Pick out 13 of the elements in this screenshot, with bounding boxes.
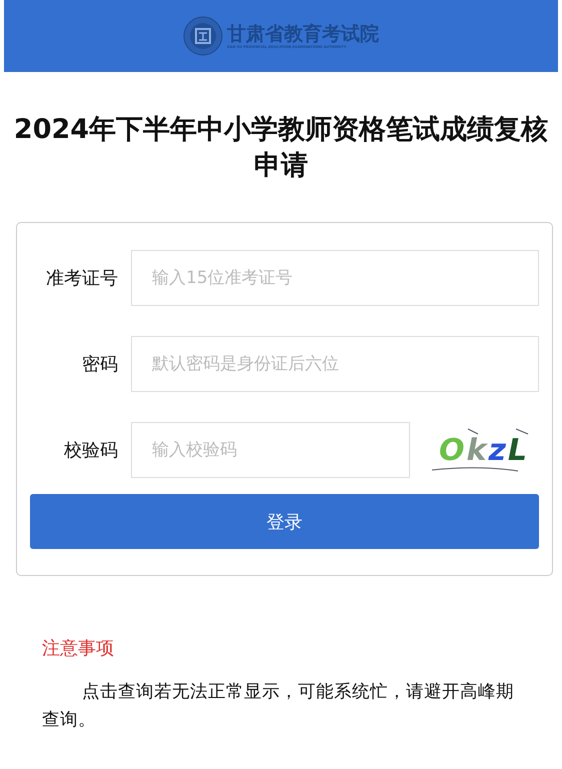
notice-heading: 注意事项 (42, 637, 115, 660)
field-label: 密码 (81, 353, 119, 376)
page-title: 2024年下半年中小学教师资格笔试成绩复核申请 (12, 113, 550, 183)
field-label: 校验码 (63, 439, 119, 462)
input-field[interactable]: 输入校验码 (131, 422, 410, 478)
input-field[interactable]: 输入15位准考证号 (131, 250, 539, 306)
notice-text: 点击查询若无法正常显示，可能系统忙，请避开高峰期查询。 (42, 681, 515, 732)
seal-logo-icon (183, 16, 223, 56)
captcha-image[interactable]: OkzL (428, 428, 538, 472)
input-field[interactable]: 默认密码是身份证后六位 (131, 336, 539, 392)
login-button[interactable]: 登录 (30, 494, 539, 549)
field-label: 准考证号 (45, 267, 119, 290)
logo-name: 甘肃省教育考试院 (227, 22, 379, 44)
